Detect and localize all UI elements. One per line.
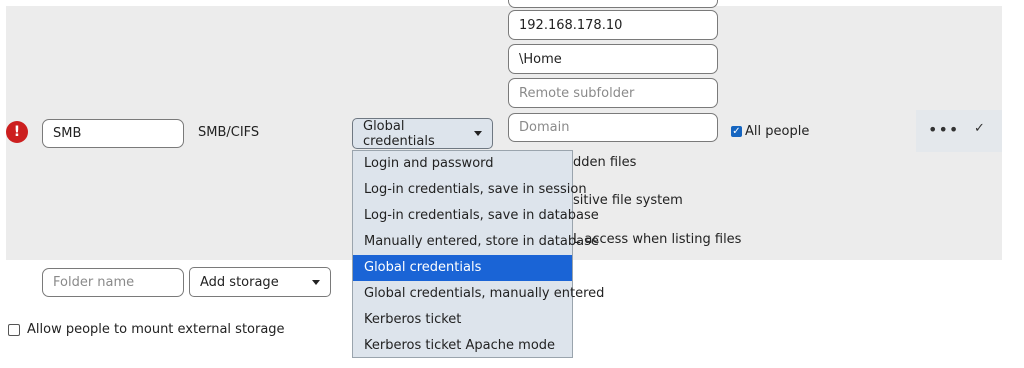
- option-case-sensitive: sitive file system: [573, 193, 683, 208]
- auth-option[interactable]: Log-in credentials, save in database: [353, 203, 599, 229]
- authentication-select-value: Global credentials: [363, 118, 435, 149]
- config-input-top[interactable]: [508, 0, 718, 8]
- option-hidden-files: dden files: [573, 155, 637, 170]
- folder-name-input[interactable]: SMB: [42, 119, 184, 148]
- auth-option[interactable]: Kerberos ticket: [353, 307, 572, 333]
- allow-mount-checkbox[interactable]: [8, 324, 20, 336]
- add-storage-label: Add storage: [200, 274, 279, 290]
- auth-option[interactable]: Kerberos ticket Apache mode: [353, 333, 572, 359]
- more-dots-icon[interactable]: •••: [928, 120, 959, 139]
- add-storage-select[interactable]: Add storage: [189, 267, 331, 297]
- exclamation-icon: !: [6, 121, 28, 143]
- new-folder-name-input[interactable]: Folder name: [42, 268, 184, 297]
- host-input[interactable]: 192.168.178.10: [508, 10, 718, 40]
- auth-option[interactable]: Global credentials, manually entered: [353, 281, 604, 307]
- authentication-select[interactable]: Global credentials: [352, 118, 493, 149]
- all-people-checkbox[interactable]: ✓: [731, 126, 742, 137]
- auth-option-selected[interactable]: Global credentials: [353, 255, 572, 281]
- auth-option[interactable]: Login and password: [353, 151, 572, 177]
- auth-option[interactable]: Log-in credentials, save in session: [353, 177, 587, 203]
- remote-subfolder-input[interactable]: Remote subfolder: [508, 78, 718, 108]
- all-people-label: All people: [745, 124, 810, 139]
- checkmark-icon[interactable]: ✓: [974, 121, 985, 136]
- chevron-down-icon: [312, 279, 320, 285]
- chevron-down-icon: [474, 131, 482, 136]
- domain-input[interactable]: Domain: [508, 113, 718, 142]
- share-input[interactable]: \Home: [508, 44, 718, 74]
- backend-label: SMB/CIFS: [198, 125, 260, 140]
- allow-mount-label: Allow people to mount external storage: [27, 322, 285, 337]
- auth-option[interactable]: Manually entered, store in database: [353, 229, 599, 255]
- authentication-dropdown: Login and password Log-in credentials, s…: [352, 150, 604, 359]
